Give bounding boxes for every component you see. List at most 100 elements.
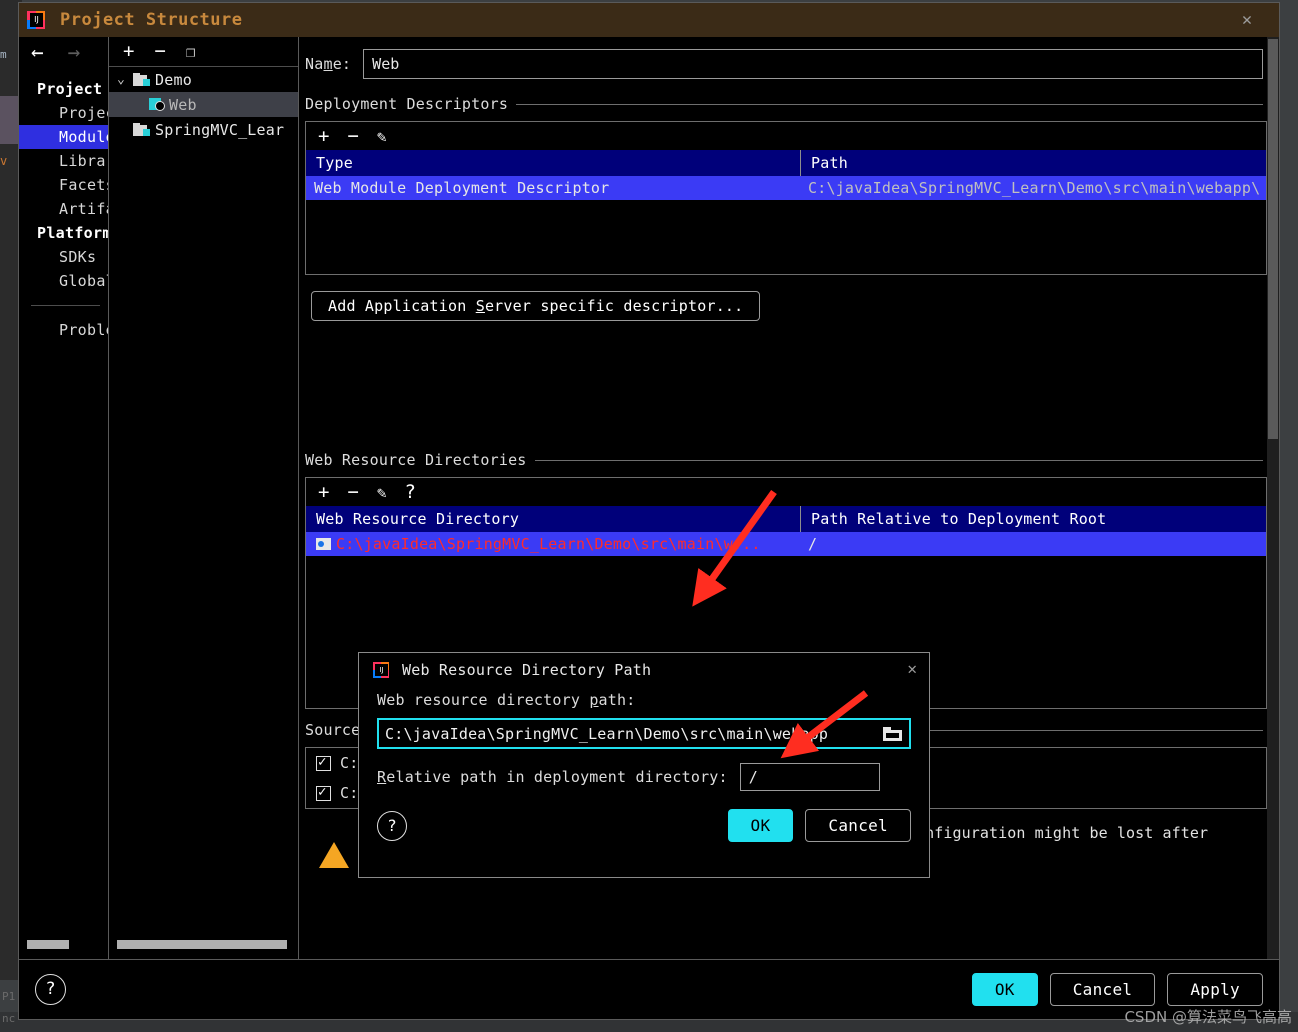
- web-resource-path-input[interactable]: C:\javaIdea\SpringMVC_Learn\Demo\src\mai…: [377, 718, 911, 749]
- modal-body: Web resource directory path: C:\javaIdea…: [359, 687, 929, 791]
- cell-relative-path: /: [808, 535, 818, 553]
- background-keyword: v: [0, 154, 8, 168]
- column-header-path[interactable]: Path: [801, 154, 1266, 172]
- column-header-type[interactable]: Type: [306, 154, 800, 172]
- sidebar-item-facets[interactable]: Facets: [19, 173, 108, 197]
- name-input[interactable]: Web: [363, 49, 1263, 79]
- background-text-2: nc: [2, 1012, 16, 1025]
- cell-type: Web Module Deployment Descriptor: [314, 179, 610, 197]
- help-icon[interactable]: ?: [35, 974, 66, 1005]
- folder-icon: [133, 123, 150, 136]
- nav-divider: [31, 305, 100, 306]
- apply-button[interactable]: Apply: [1167, 973, 1263, 1006]
- source-roots-title: Source: [305, 721, 361, 739]
- edit-web-resource-icon[interactable]: ✎: [377, 483, 387, 502]
- ok-button[interactable]: OK: [727, 809, 794, 842]
- add-application-server-descriptor-button[interactable]: Add Application Server specific descript…: [311, 291, 761, 321]
- group-divider: [534, 459, 1263, 461]
- cell-path: C:\javaIdea\SpringMVC_Learn\Demo\src\mai…: [808, 179, 1261, 197]
- close-icon[interactable]: ✕: [1237, 10, 1257, 30]
- chevron-down-icon[interactable]: ⌄: [117, 72, 133, 87]
- checkbox[interactable]: [316, 753, 331, 771]
- modal-title: Web Resource Directory Path: [402, 661, 652, 679]
- module-tree-panel: + − ❐ ⌄ Demo Web SpringMVC_Lear: [109, 37, 299, 959]
- web-resources-toolbar: + − ✎ ?: [306, 478, 1266, 506]
- web-resource-path-value: C:\javaIdea\SpringMVC_Learn\Demo\src\mai…: [385, 724, 829, 743]
- tree-node-springmvc-learn[interactable]: SpringMVC_Lear: [109, 117, 298, 142]
- sidebar-item-project[interactable]: Projec: [19, 101, 108, 125]
- add-module-icon[interactable]: +: [123, 42, 134, 61]
- logo-letters: IJ: [375, 663, 388, 676]
- nav-group-header-platform: Platform: [37, 224, 109, 242]
- tree-horizontal-scrollbar[interactable]: [117, 940, 287, 949]
- dialog-footer: ? OK Cancel Apply: [19, 959, 1279, 1019]
- column-header-path-relative[interactable]: Path Relative to Deployment Root: [801, 510, 1266, 528]
- relative-path-label: Relative path in deployment directory:: [377, 768, 728, 786]
- table-header-row: Type Path: [306, 150, 1266, 176]
- add-web-resource-icon[interactable]: +: [318, 482, 329, 502]
- deployment-descriptors-group-header: Deployment Descriptors: [305, 95, 1279, 113]
- sidebar-item-libraries[interactable]: Librar: [19, 149, 108, 173]
- dialog-title-bar: IJ Project Structure ✕: [19, 3, 1279, 37]
- web-module-icon: [149, 97, 165, 112]
- sidebar-item-problems[interactable]: Proble: [19, 318, 108, 342]
- edit-descriptor-icon[interactable]: ✎: [377, 127, 387, 146]
- folder-icon: [133, 73, 150, 86]
- nav-history-controls: ← →: [19, 37, 108, 67]
- relative-path-input[interactable]: /: [739, 763, 880, 791]
- sidebar-item-global-libraries[interactable]: Global: [19, 269, 108, 293]
- column-header-web-resource-directory[interactable]: Web Resource Directory: [306, 510, 800, 528]
- help-web-resource-icon[interactable]: ?: [405, 482, 416, 502]
- tree-node-web[interactable]: Web: [109, 92, 298, 117]
- copy-module-icon[interactable]: ❐: [186, 42, 196, 61]
- help-icon[interactable]: ?: [377, 810, 407, 841]
- warning-icon: !: [319, 823, 349, 868]
- modal-title-bar: IJ Web Resource Directory Path ✕: [359, 653, 929, 687]
- modal-footer: ? OK Cancel: [359, 809, 929, 842]
- table-header-row: Web Resource Directory Path Relative to …: [306, 506, 1266, 532]
- ok-button[interactable]: OK: [971, 973, 1038, 1006]
- web-resource-path-label: Web resource directory path:: [377, 691, 636, 709]
- dialog-action-buttons: OK Cancel Apply: [971, 973, 1263, 1006]
- deployment-descriptors-table: + − ✎ Type Path Web Module Deployment De…: [305, 121, 1267, 275]
- checkbox[interactable]: [316, 783, 331, 801]
- name-label: Name:: [305, 55, 352, 73]
- window-title: Project Structure: [60, 10, 243, 30]
- background-selection: [0, 96, 20, 144]
- folder-open-icon[interactable]: [883, 726, 902, 741]
- remove-module-icon[interactable]: −: [154, 42, 165, 61]
- tree-node-label: Web: [169, 95, 197, 114]
- watermark: CSDN @算法菜鸟飞高高: [1124, 1008, 1292, 1026]
- tree-node-demo[interactable]: ⌄ Demo: [109, 67, 298, 92]
- remove-descriptor-icon[interactable]: −: [347, 126, 358, 146]
- web-resource-directories-title: Web Resource Directories: [305, 451, 527, 469]
- table-body: Web Module Deployment Descriptor C:\java…: [306, 176, 1266, 274]
- modal-action-buttons: OK Cancel: [727, 809, 911, 842]
- nav-horizontal-scrollbar[interactable]: [27, 940, 69, 949]
- content-vertical-scrollbar[interactable]: [1267, 37, 1279, 959]
- logo-letters: IJ: [30, 12, 43, 27]
- screen: m v P1 nc IJ Project Structure ✕ ← → Pro…: [0, 0, 1298, 1032]
- table-row[interactable]: Web Module Deployment Descriptor C:\java…: [306, 176, 1266, 200]
- intellij-logo-icon: IJ: [27, 10, 46, 30]
- sidebar-item-artifacts[interactable]: Artifa: [19, 197, 108, 221]
- tree-node-label: SpringMVC_Lear: [155, 120, 285, 139]
- background-tab-label: m: [0, 44, 20, 66]
- nav-list: Project S Projec Module Librar Facets Ar…: [19, 67, 108, 342]
- remove-web-resource-icon[interactable]: −: [347, 482, 358, 502]
- cancel-button[interactable]: Cancel: [1049, 973, 1156, 1006]
- cancel-button[interactable]: Cancel: [805, 809, 911, 842]
- web-resource-directories-group-header: Web Resource Directories: [305, 451, 1279, 469]
- add-descriptor-icon[interactable]: +: [318, 126, 329, 146]
- back-arrow-icon[interactable]: ←: [31, 41, 44, 63]
- scrollbar-thumb[interactable]: [1268, 39, 1278, 439]
- sidebar-item-modules[interactable]: Module: [19, 125, 108, 149]
- intellij-logo-icon: IJ: [373, 661, 390, 679]
- close-icon[interactable]: ✕: [907, 661, 917, 677]
- settings-nav-panel: ← → Project S Projec Module Librar Facet…: [19, 37, 109, 959]
- sidebar-item-sdks[interactable]: SDKs: [19, 245, 108, 269]
- forward-arrow-icon[interactable]: →: [68, 41, 81, 63]
- table-row[interactable]: C:\javaIdea\SpringMVC_Learn\Demo\src\mai…: [306, 532, 1266, 556]
- background-text-1: P1: [2, 990, 16, 1003]
- source-root-path: C:: [340, 754, 359, 772]
